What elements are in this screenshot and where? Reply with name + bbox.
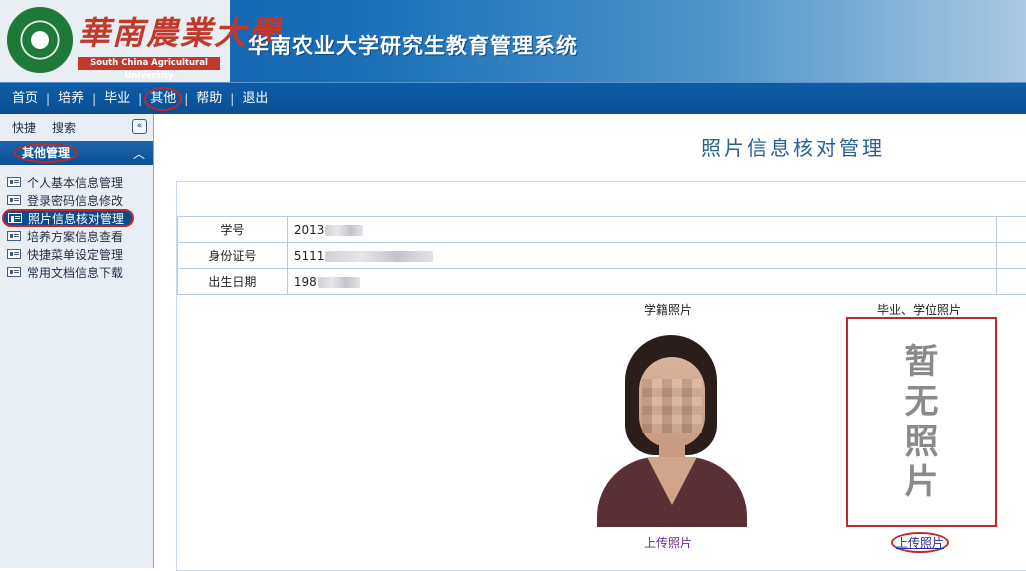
sidebar-item-documents[interactable]: 常用文档信息下载 xyxy=(0,263,153,281)
search-link[interactable]: 搜索 xyxy=(52,119,76,136)
school-record-photo xyxy=(597,317,747,527)
id-card-label: 身份证号 xyxy=(178,243,288,269)
system-title: 华南农业大学研究生教育管理系统 xyxy=(248,30,578,60)
sidebar-item-password[interactable]: 登录密码信息修改 xyxy=(0,191,153,209)
list-icon xyxy=(7,249,21,259)
table-row: 学号 2013 xyxy=(178,217,1026,243)
sidebar-item-label: 常用文档信息下载 xyxy=(27,264,123,281)
redacted-text xyxy=(325,251,433,262)
id-card-value: 5111 xyxy=(287,243,996,269)
nav-help[interactable]: 帮助 xyxy=(190,89,228,109)
nav-graduation[interactable]: 毕业 xyxy=(98,89,136,109)
photo-check-panel: 学号 2013 身份证号 5111 出生日期 198 学籍照片 xyxy=(176,181,1026,571)
sidebar-item-photo-check[interactable]: 照片信息核对管理 xyxy=(2,209,134,227)
sidebar-item-label: 登录密码信息修改 xyxy=(27,192,123,209)
nav-logout[interactable]: 退出 xyxy=(236,89,274,109)
double-chevron-left-icon[interactable]: « xyxy=(132,119,147,134)
list-icon xyxy=(8,213,22,223)
degree-photo-placeholder: 暂 无 照 片 xyxy=(846,317,997,527)
sidebar-item-label: 个人基本信息管理 xyxy=(27,174,123,191)
chevron-up-icon[interactable]: ︿ xyxy=(133,145,145,162)
face-blur xyxy=(642,379,702,433)
nav-separator: | xyxy=(228,92,236,106)
sidebar-item-label: 培养方案信息查看 xyxy=(27,228,123,245)
nav-separator: | xyxy=(44,92,52,106)
list-icon xyxy=(7,177,21,187)
student-id-value: 2013 xyxy=(287,217,996,243)
sidebar-group-title: 其他管理 xyxy=(14,143,78,163)
list-icon xyxy=(7,195,21,205)
redacted-text xyxy=(325,225,363,236)
page-title: 照片信息核对管理 xyxy=(701,132,885,161)
panel-header-row xyxy=(177,182,1026,216)
birth-date-label: 出生日期 xyxy=(178,269,288,295)
student-info-table: 学号 2013 身份证号 5111 出生日期 198 xyxy=(177,216,1026,295)
university-logo-english: South China Agricultural University xyxy=(78,57,220,70)
placeholder-char: 暂 xyxy=(905,342,939,382)
nav-training[interactable]: 培养 xyxy=(52,89,90,109)
sidebar-item-label: 照片信息核对管理 xyxy=(28,210,124,227)
redacted-text xyxy=(318,277,360,288)
school-photo-label: 学籍照片 xyxy=(644,301,692,318)
sidebar-item-personal-info[interactable]: 个人基本信息管理 xyxy=(0,173,153,191)
sidebar: 快捷 搜索 « 其他管理 ︿ 个人基本信息管理 登录密码信息修改 照片信息核对管… xyxy=(0,114,154,568)
upload-degree-photo-link[interactable]: 上传照片 xyxy=(891,532,949,553)
degree-photo-label: 毕业、学位照片 xyxy=(877,301,961,318)
nav-separator: | xyxy=(90,92,98,106)
birth-date-value: 198 xyxy=(287,269,996,295)
placeholder-char: 照 xyxy=(905,422,939,462)
top-menu: 首页 | 培养 | 毕业 | 其他 | 帮助 | 退出 xyxy=(0,82,1026,114)
nav-separator: | xyxy=(136,92,144,106)
table-row: 身份证号 5111 xyxy=(178,243,1026,269)
sidebar-item-shortcut-menu[interactable]: 快捷菜单设定管理 xyxy=(0,245,153,263)
sidebar-item-label: 快捷菜单设定管理 xyxy=(27,246,123,263)
quick-link[interactable]: 快捷 xyxy=(12,119,36,136)
student-id-label: 学号 xyxy=(178,217,288,243)
sidebar-menu: 个人基本信息管理 登录密码信息修改 照片信息核对管理 培养方案信息查看 快捷菜单… xyxy=(0,165,153,281)
upload-school-photo-link[interactable]: 上传照片 xyxy=(644,534,692,551)
sidebar-quick-bar: 快捷 搜索 « xyxy=(0,114,153,141)
nav-separator: | xyxy=(182,92,190,106)
placeholder-char: 片 xyxy=(905,462,939,502)
nav-other[interactable]: 其他 xyxy=(144,87,182,111)
header-banner: 華南農業大學 South China Agricultural Universi… xyxy=(0,0,1026,82)
sidebar-item-training-plan[interactable]: 培养方案信息查看 xyxy=(0,227,153,245)
placeholder-char: 无 xyxy=(905,382,939,422)
list-icon xyxy=(7,231,21,241)
sidebar-group-header[interactable]: 其他管理 ︿ xyxy=(0,141,153,165)
university-emblem-icon xyxy=(7,7,73,73)
main-content: 照片信息核对管理 学号 2013 身份证号 5111 出生日期 198 学籍照片 xyxy=(155,114,1026,568)
table-row: 出生日期 198 xyxy=(178,269,1026,295)
list-icon xyxy=(7,267,21,277)
nav-home[interactable]: 首页 xyxy=(6,89,44,109)
photo-area: 学籍照片 上传照片 毕业、学位照片 暂 无 照 片 上传照片 xyxy=(177,295,1026,560)
